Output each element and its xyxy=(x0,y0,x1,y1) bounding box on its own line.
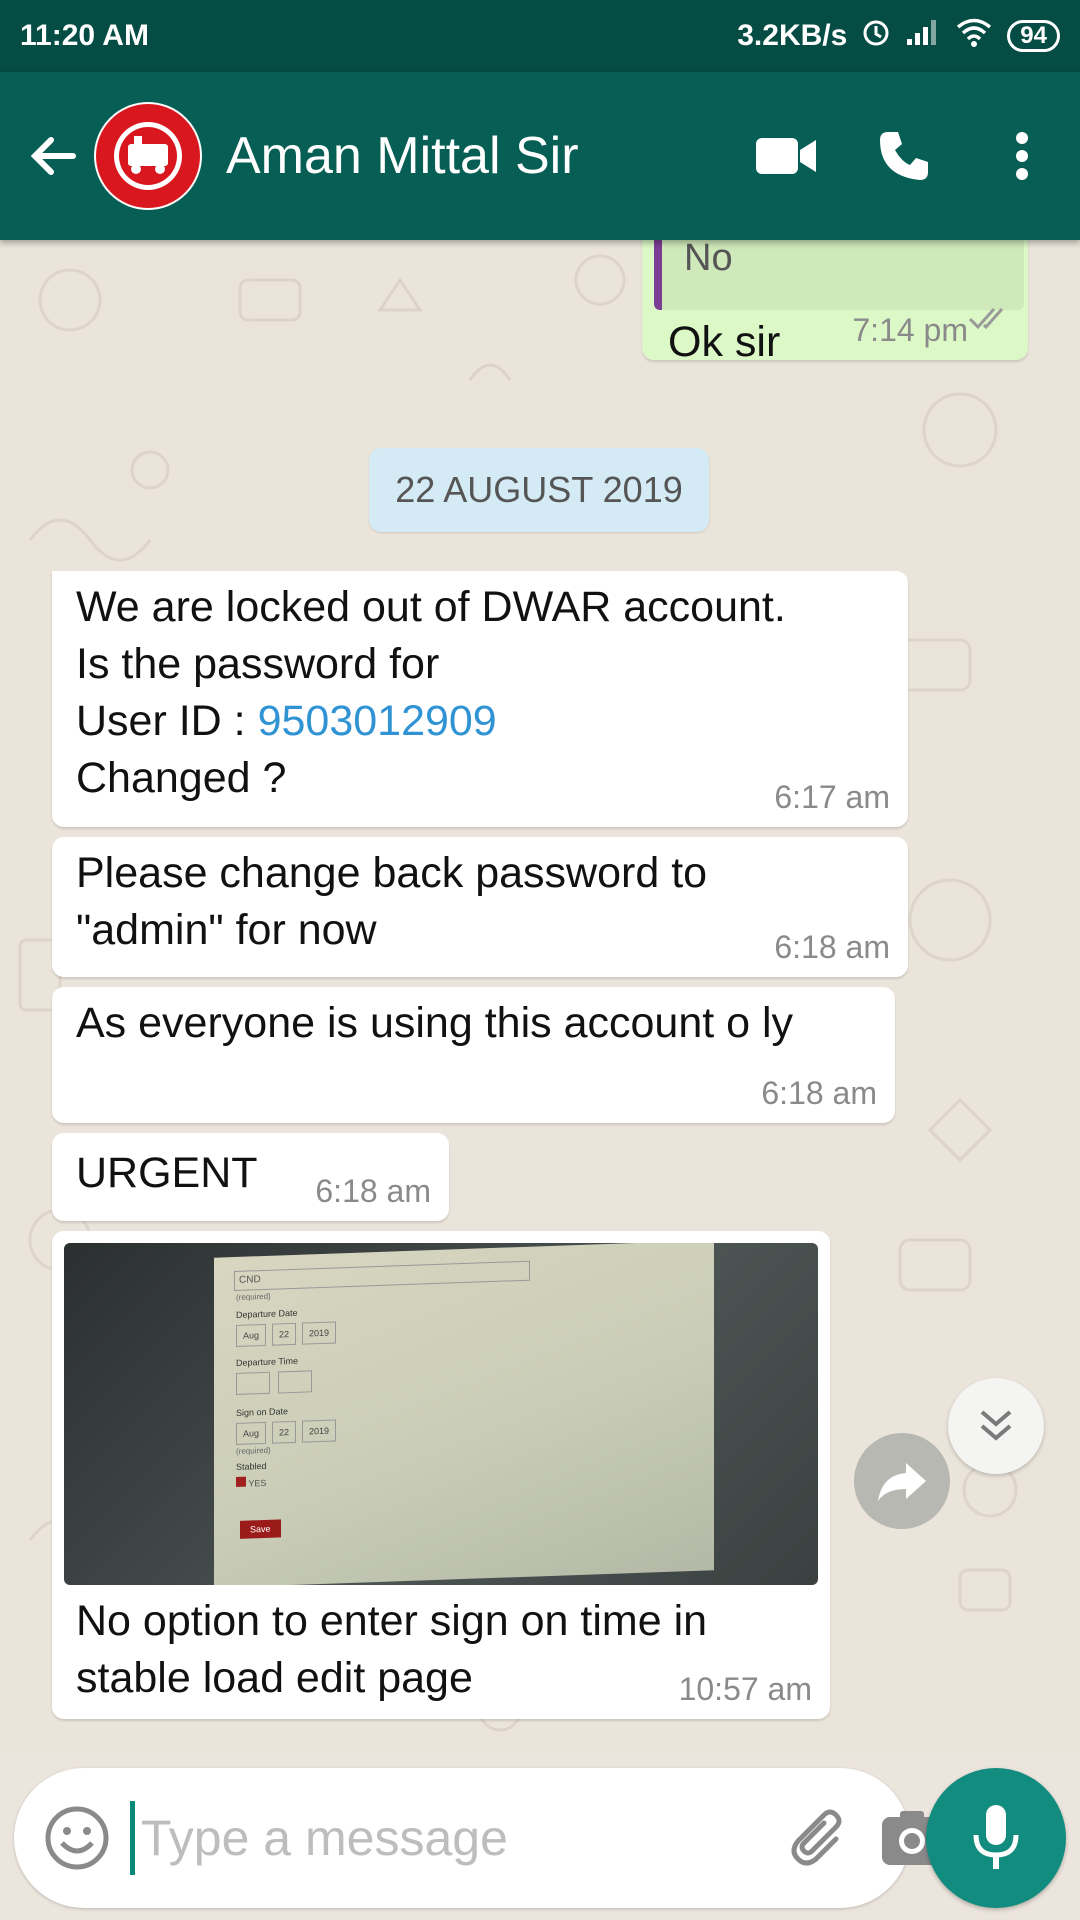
battery-icon: 94 xyxy=(1007,20,1060,52)
video-call-icon[interactable] xyxy=(746,116,826,196)
message-text: Please change back password to xyxy=(76,849,708,897)
message-body: We are locked out of DWAR account. Is th… xyxy=(76,579,786,807)
message-text: As everyone is using this account o ly xyxy=(76,999,794,1047)
phone-icon[interactable] xyxy=(864,116,944,196)
forward-button[interactable] xyxy=(854,1433,950,1529)
photo-label: Sign on Date xyxy=(236,1406,289,1418)
message-incoming[interactable]: We are locked out of DWAR account. Is th… xyxy=(52,571,908,827)
message-text: User ID : 9503012909 xyxy=(76,697,497,745)
message-body: Please change back password to "admin" f… xyxy=(76,845,707,959)
message-text: "admin" for now xyxy=(76,906,377,954)
message-text: Changed ? xyxy=(76,754,287,802)
network-speed: 3.2KB/s xyxy=(737,19,848,52)
message-body: No option to enter sign on time in stabl… xyxy=(76,1593,707,1707)
message-time: 10:57 am xyxy=(678,1671,812,1707)
attach-icon[interactable] xyxy=(786,1798,852,1878)
status-bar: 11:20 AM 3.2KB/s 94 xyxy=(0,0,1080,72)
message-time: 7:14 pm xyxy=(852,312,968,348)
message-time: 6:18 am xyxy=(774,929,890,965)
chat-area[interactable]: Aman Mittal Sir No Ok sir 7:14 pm 22 AUG… xyxy=(0,240,1080,1750)
signal-icon xyxy=(905,17,941,55)
message-time: 6:17 am xyxy=(774,779,890,815)
message-incoming[interactable]: Please change back password to "admin" f… xyxy=(52,837,908,977)
voice-message-button[interactable] xyxy=(926,1768,1066,1908)
more-vert-icon[interactable] xyxy=(982,116,1062,196)
photo-save-button: Save xyxy=(240,1519,281,1539)
photo-checkbox: YES xyxy=(236,1476,266,1490)
scroll-to-bottom-button[interactable] xyxy=(948,1378,1044,1474)
photo-label: Departure Time xyxy=(236,1355,299,1368)
photo-label: Stabled xyxy=(236,1460,267,1472)
phone-number-link[interactable]: 9503012909 xyxy=(258,697,497,745)
quoted-text: No xyxy=(684,240,733,279)
photo-screen: CND (required) Departure Date Aug 22 201… xyxy=(214,1243,714,1585)
contact-name[interactable]: Aman Mittal Sir xyxy=(226,126,746,186)
message-incoming-image[interactable]: CND (required) Departure Date Aug 22 201… xyxy=(52,1231,830,1719)
photo-select: CND xyxy=(234,1260,530,1292)
date-separator: 22 AUGUST 2019 xyxy=(369,448,709,532)
message-input[interactable] xyxy=(130,1801,786,1875)
message-text: Is the password for xyxy=(76,640,440,688)
photo-time-row xyxy=(236,1370,312,1395)
photo-label: Departure Date xyxy=(236,1307,298,1320)
attached-photo[interactable]: CND (required) Departure Date Aug 22 201… xyxy=(64,1243,818,1585)
emoji-icon[interactable] xyxy=(44,1798,110,1878)
alarm-icon xyxy=(861,17,891,55)
avatar[interactable] xyxy=(94,102,202,210)
chat-header: Aman Mittal Sir xyxy=(0,72,1080,240)
status-time: 11:20 AM xyxy=(20,19,149,52)
indian-railways-logo-icon xyxy=(100,108,196,204)
read-receipt-icon xyxy=(968,289,1012,346)
message-text: URGENT xyxy=(76,1149,258,1197)
message-text: No option to enter sign on time in xyxy=(76,1597,708,1645)
message-time: 6:18 am xyxy=(315,1173,431,1209)
microphone-icon xyxy=(973,1805,1019,1869)
photo-date-row: Aug 22 2019 xyxy=(236,1321,337,1347)
message-text: Ok sir xyxy=(668,318,781,366)
back-arrow-icon[interactable] xyxy=(18,121,88,191)
photo-required: (required) xyxy=(236,1445,271,1456)
forward-icon xyxy=(878,1463,926,1501)
message-text: We are locked out of DWAR account. xyxy=(76,583,786,631)
message-incoming[interactable]: URGENT 6:18 am xyxy=(52,1133,449,1221)
wifi-icon xyxy=(955,17,993,55)
photo-date-row: Aug 22 2019 xyxy=(236,1419,337,1445)
status-right: 3.2KB/s 94 xyxy=(737,17,1060,55)
message-text: stable load edit page xyxy=(76,1654,473,1702)
message-composer xyxy=(14,1768,942,1908)
message-incoming[interactable]: As everyone is using this account o ly 6… xyxy=(52,987,895,1123)
double-chevron-down-icon xyxy=(980,1410,1012,1441)
message-outgoing[interactable]: Aman Mittal Sir No Ok sir 7:14 pm xyxy=(642,240,1028,366)
message-time: 6:18 am xyxy=(761,1075,877,1111)
photo-required: (required) xyxy=(236,1291,271,1302)
